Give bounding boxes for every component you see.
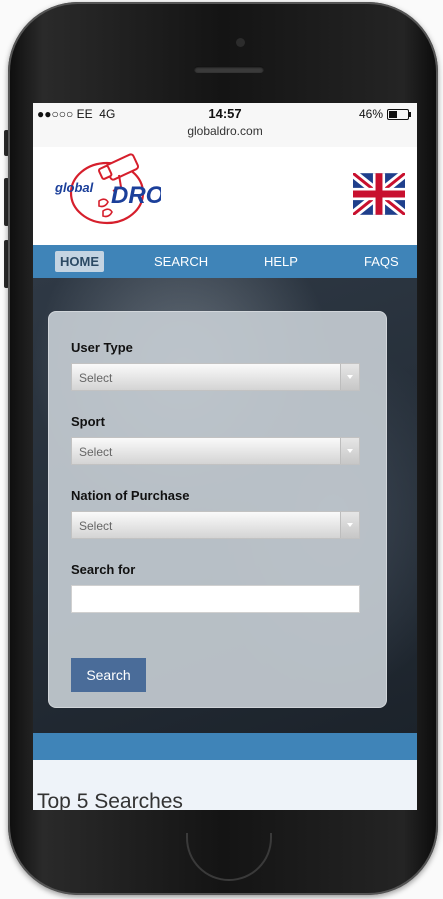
home-button[interactable] [186, 833, 272, 881]
camera-icon [236, 38, 245, 47]
speaker-grille [194, 66, 264, 73]
status-bar: ●●○○○ EE 4G 14:57 globaldro.com 46% [33, 103, 417, 147]
uk-flag-icon[interactable] [353, 173, 405, 215]
battery-percent: 46% [358, 107, 383, 121]
top-searches-section: Top 5 Searches [33, 760, 417, 810]
chevron-down-icon [340, 438, 359, 464]
site-header: global DRO [33, 147, 417, 245]
nav-home[interactable]: HOME [55, 251, 104, 272]
user-type-label: User Type [71, 340, 133, 355]
chevron-down-icon [340, 512, 359, 538]
phone-screen: ●●○○○ EE 4G 14:57 globaldro.com 46% glob… [33, 103, 417, 810]
user-type-select-value: Select [79, 371, 113, 385]
search-button[interactable]: Search [71, 658, 146, 692]
sport-label: Sport [71, 414, 105, 429]
globaldro-logo[interactable]: global DRO [51, 153, 161, 227]
sport-select[interactable]: Select [71, 437, 360, 465]
phone-mockup: ●●○○○ EE 4G 14:57 globaldro.com 46% glob… [0, 0, 443, 899]
nation-select-value: Select [79, 519, 113, 533]
nation-label: Nation of Purchase [71, 488, 190, 503]
status-right: 46% [358, 107, 411, 121]
nav-help[interactable]: HELP [259, 251, 303, 272]
top-searches-title: Top 5 Searches [37, 790, 183, 810]
nav-search[interactable]: SEARCH [149, 251, 213, 272]
search-for-label: Search for [71, 562, 136, 577]
nav-faqs[interactable]: FAQS [359, 251, 404, 272]
logo-word-dro: DRO [111, 182, 161, 209]
search-for-input[interactable] [71, 585, 360, 613]
address-bar-url[interactable]: globaldro.com [33, 124, 417, 138]
sport-select-value: Select [79, 445, 113, 459]
logo-word-global: global [54, 180, 94, 195]
main-nav: HOME SEARCH HELP FAQS [33, 245, 417, 278]
nation-select[interactable]: Select [71, 511, 360, 539]
battery-icon [387, 108, 411, 120]
section-divider-bar [33, 733, 417, 760]
chevron-down-icon [340, 364, 359, 390]
user-type-select[interactable]: Select [71, 363, 360, 391]
hero-background: User Type Select Sport Select Nation of … [33, 278, 417, 733]
